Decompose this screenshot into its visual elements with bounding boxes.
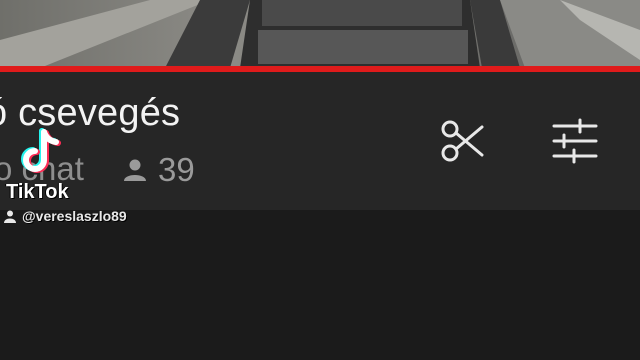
tiktok-username-text: @vereslaszlo89 bbox=[22, 208, 127, 224]
viewer-count-value: 39 bbox=[158, 151, 195, 188]
sliders-icon bbox=[552, 118, 598, 164]
escalator-image bbox=[0, 0, 640, 68]
person-icon bbox=[124, 159, 146, 181]
tiktok-logo-icon bbox=[21, 128, 61, 173]
clip-button[interactable] bbox=[436, 116, 490, 166]
video-frame bbox=[0, 0, 640, 68]
tiktok-username: @vereslaszlo89 bbox=[4, 208, 127, 224]
filter-button[interactable] bbox=[548, 116, 602, 166]
viewer-count: 39 bbox=[122, 150, 195, 190]
tiktok-brand-label: TikTok bbox=[6, 181, 69, 203]
user-icon bbox=[4, 210, 16, 223]
chat-body bbox=[0, 210, 640, 360]
scissors-icon bbox=[441, 120, 484, 162]
